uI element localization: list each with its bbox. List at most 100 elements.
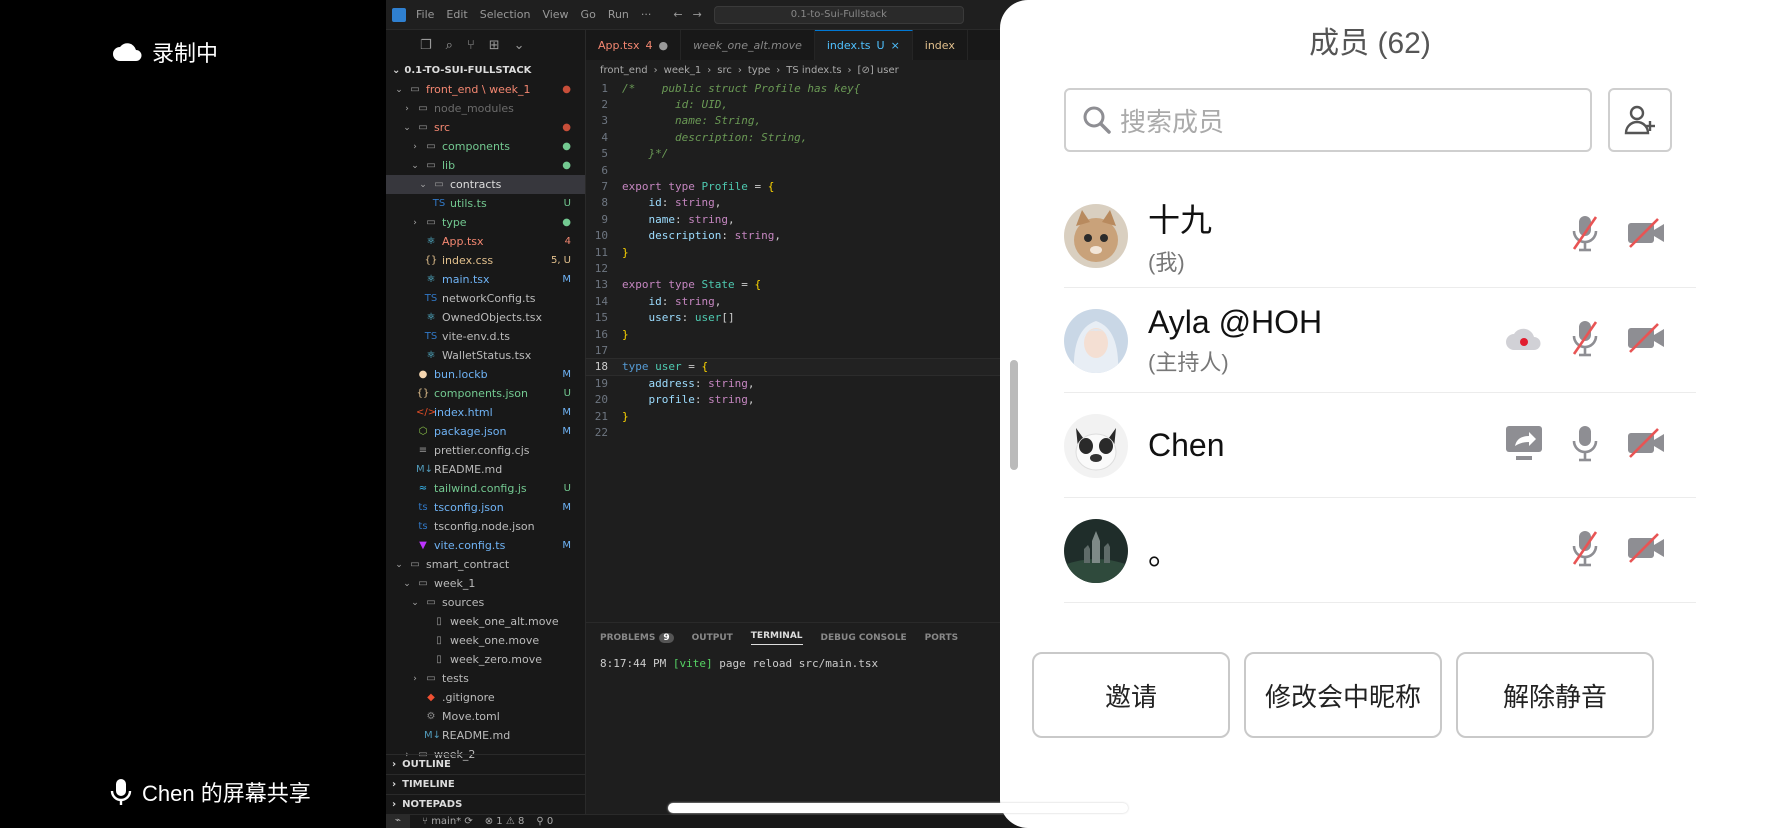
tree-item[interactable]: ⚛ WalletStatus.tsx — [386, 346, 585, 365]
panel-notepads[interactable]: › NOTEPADS — [386, 794, 585, 814]
panel-tab-label: DEBUG CONSOLE — [820, 633, 907, 643]
tree-item[interactable]: ⬡ package.json M — [386, 422, 585, 441]
menu-item[interactable]: View — [542, 8, 568, 21]
breadcrumb-item[interactable]: src — [717, 65, 732, 76]
member-info: Chen — [1148, 427, 1504, 464]
tree-item[interactable]: ts tsconfig.json M — [386, 498, 585, 517]
tree-item[interactable]: </> index.html M — [386, 403, 585, 422]
editor-tab[interactable]: index — [913, 30, 968, 60]
tree-item[interactable]: ≡ prettier.config.cjs — [386, 441, 585, 460]
breadcrumb-item[interactable]: [⊘] user — [858, 65, 899, 76]
tree-item[interactable]: ▼ vite.config.ts M — [386, 536, 585, 555]
tree-item[interactable]: M↓ README.md — [386, 460, 585, 479]
tree-item[interactable]: ◆ .gitignore — [386, 688, 585, 707]
panel-tab[interactable]: DEBUG CONSOLE — [821, 633, 907, 643]
search-members-input[interactable]: 搜索成员 — [1064, 88, 1592, 152]
tree-item[interactable]: ⌄ ▭ front_end \ week_1 ● — [386, 80, 585, 99]
tree-item[interactable]: › ▭ components ● — [386, 137, 585, 156]
unmute-button[interactable]: 解除静音 — [1456, 652, 1654, 738]
file-type-icon: ⚛ — [426, 312, 436, 323]
panel-tab[interactable]: TERMINAL — [750, 631, 803, 645]
code-token: name: String, — [622, 114, 762, 128]
member-row[interactable]: Ayla @HOH (主持人) — [1064, 289, 1696, 393]
mic-icon[interactable] — [1570, 423, 1600, 468]
panel-timeline[interactable]: › TIMELINE — [386, 774, 585, 794]
tree-item[interactable]: ⌄ ▭ src ● — [386, 118, 585, 137]
tree-item[interactable]: ⚛ App.tsx 4 — [386, 232, 585, 251]
menu-item[interactable]: ··· — [641, 8, 652, 21]
tree-item[interactable]: ⌄ ▭ week_1 — [386, 574, 585, 593]
code-token: description: String, — [622, 130, 808, 144]
tree-item[interactable]: {} index.css 5, U — [386, 251, 585, 270]
breadcrumb-item[interactable]: TS index.ts — [786, 65, 841, 76]
breadcrumb-item[interactable]: type — [748, 65, 770, 76]
panel-tab[interactable]: PORTS — [925, 633, 958, 643]
ports-indicator[interactable]: ⚲ 0 — [536, 816, 553, 827]
back-arrow-icon[interactable]: ← — [673, 8, 682, 21]
forward-arrow-icon[interactable]: → — [693, 8, 702, 21]
tree-item[interactable]: › ▭ node_modules — [386, 99, 585, 118]
member-row[interactable]: 。 — [1064, 499, 1696, 603]
menu-item[interactable]: File — [416, 8, 434, 21]
member-row[interactable]: Chen — [1064, 394, 1696, 498]
camera-off-icon[interactable] — [1626, 532, 1666, 569]
command-center[interactable]: 0.1-to-Sui-Fullstack — [713, 5, 964, 24]
scrollbar[interactable] — [1010, 360, 1018, 470]
tree-item[interactable]: › ▭ type ● — [386, 213, 585, 232]
tree-item[interactable]: ▯ week_one.move — [386, 631, 585, 650]
camera-off-icon[interactable] — [1626, 217, 1666, 254]
tree-item[interactable]: ≈ tailwind.config.js U — [386, 479, 585, 498]
invite-button[interactable]: 邀请 — [1032, 652, 1230, 738]
tree-item[interactable]: ⌄ ▭ lib ● — [386, 156, 585, 175]
menu-item[interactable]: Run — [608, 8, 629, 21]
panel-outline[interactable]: › OUTLINE — [386, 754, 585, 774]
menu-item[interactable]: Selection — [480, 8, 531, 21]
mic-muted-icon[interactable] — [1570, 528, 1600, 573]
tree-item[interactable]: TS utils.ts U — [386, 194, 585, 213]
tree-item[interactable]: ▯ week_zero.move — [386, 650, 585, 669]
mic-muted-icon[interactable] — [1570, 318, 1600, 363]
tree-item[interactable]: ⚛ main.tsx M — [386, 270, 585, 289]
camera-off-icon[interactable] — [1626, 427, 1666, 464]
tree-item[interactable]: M↓ README.md — [386, 726, 585, 745]
remote-icon[interactable]: ⌁ — [386, 814, 410, 828]
tree-item[interactable]: TS networkConfig.ts — [386, 289, 585, 308]
close-icon[interactable]: × — [891, 39, 900, 52]
tree-item[interactable]: ● bun.lockb M — [386, 365, 585, 384]
tree-item[interactable]: ⌄ ▭ smart_contract — [386, 555, 585, 574]
mic-muted-icon[interactable] — [1570, 213, 1600, 258]
chevron-down-icon[interactable]: ⌄ — [514, 38, 525, 53]
breadcrumb-item[interactable]: week_1 — [664, 65, 702, 76]
editor-tab[interactable]: week_one_alt.move — [681, 30, 815, 60]
branch-indicator[interactable]: ⑂ main* ⟳ — [422, 816, 473, 827]
tree-item[interactable]: TS vite-env.d.ts — [386, 327, 585, 346]
tree-item[interactable]: ⚙ Move.toml — [386, 707, 585, 726]
editor-tab[interactable]: App.tsx 4 ● — [586, 30, 682, 60]
camera-off-icon[interactable] — [1626, 322, 1666, 359]
panel-tab[interactable]: PROBLEMS 9 — [600, 633, 674, 643]
menu-item[interactable]: Go — [581, 8, 596, 21]
search-icon[interactable]: ⌕ — [446, 38, 453, 53]
source-control-icon[interactable]: ⑂ — [467, 38, 475, 53]
tree-item[interactable]: ⌄ ▭ sources — [386, 593, 585, 612]
tree-item[interactable]: ⚛ OwnedObjects.tsx — [386, 308, 585, 327]
breadcrumb-item[interactable]: front_end — [600, 65, 648, 76]
rename-button[interactable]: 修改会中昵称 — [1244, 652, 1442, 738]
add-member-button[interactable] — [1608, 88, 1672, 152]
files-icon[interactable]: ❐ — [420, 38, 432, 53]
explorer-title[interactable]: ⌄ 0.1-TO-SUI-FULLSTACK — [386, 60, 585, 80]
member-row[interactable]: 十九 (我) — [1064, 184, 1696, 288]
tree-item[interactable]: ts tsconfig.node.json — [386, 517, 585, 536]
tree-item[interactable]: {} components.json U — [386, 384, 585, 403]
extensions-icon[interactable]: ⊞ — [489, 38, 500, 53]
problems-indicator[interactable]: ⊗ 1 ⚠ 8 — [485, 816, 525, 827]
tree-item[interactable]: › ▭ tests — [386, 669, 585, 688]
panel-tab-label: OUTPUT — [691, 633, 733, 643]
tree-item[interactable]: ⌄ ▭ contracts — [386, 175, 585, 194]
panel-tab[interactable]: OUTPUT — [692, 633, 733, 643]
menu-item[interactable]: Edit — [446, 8, 467, 21]
home-indicator[interactable] — [668, 803, 1128, 813]
tree-item[interactable]: ▯ week_one_alt.move — [386, 612, 585, 631]
editor-tab[interactable]: index.ts U × — [814, 30, 913, 60]
tree-item-label: index.css — [442, 254, 494, 267]
